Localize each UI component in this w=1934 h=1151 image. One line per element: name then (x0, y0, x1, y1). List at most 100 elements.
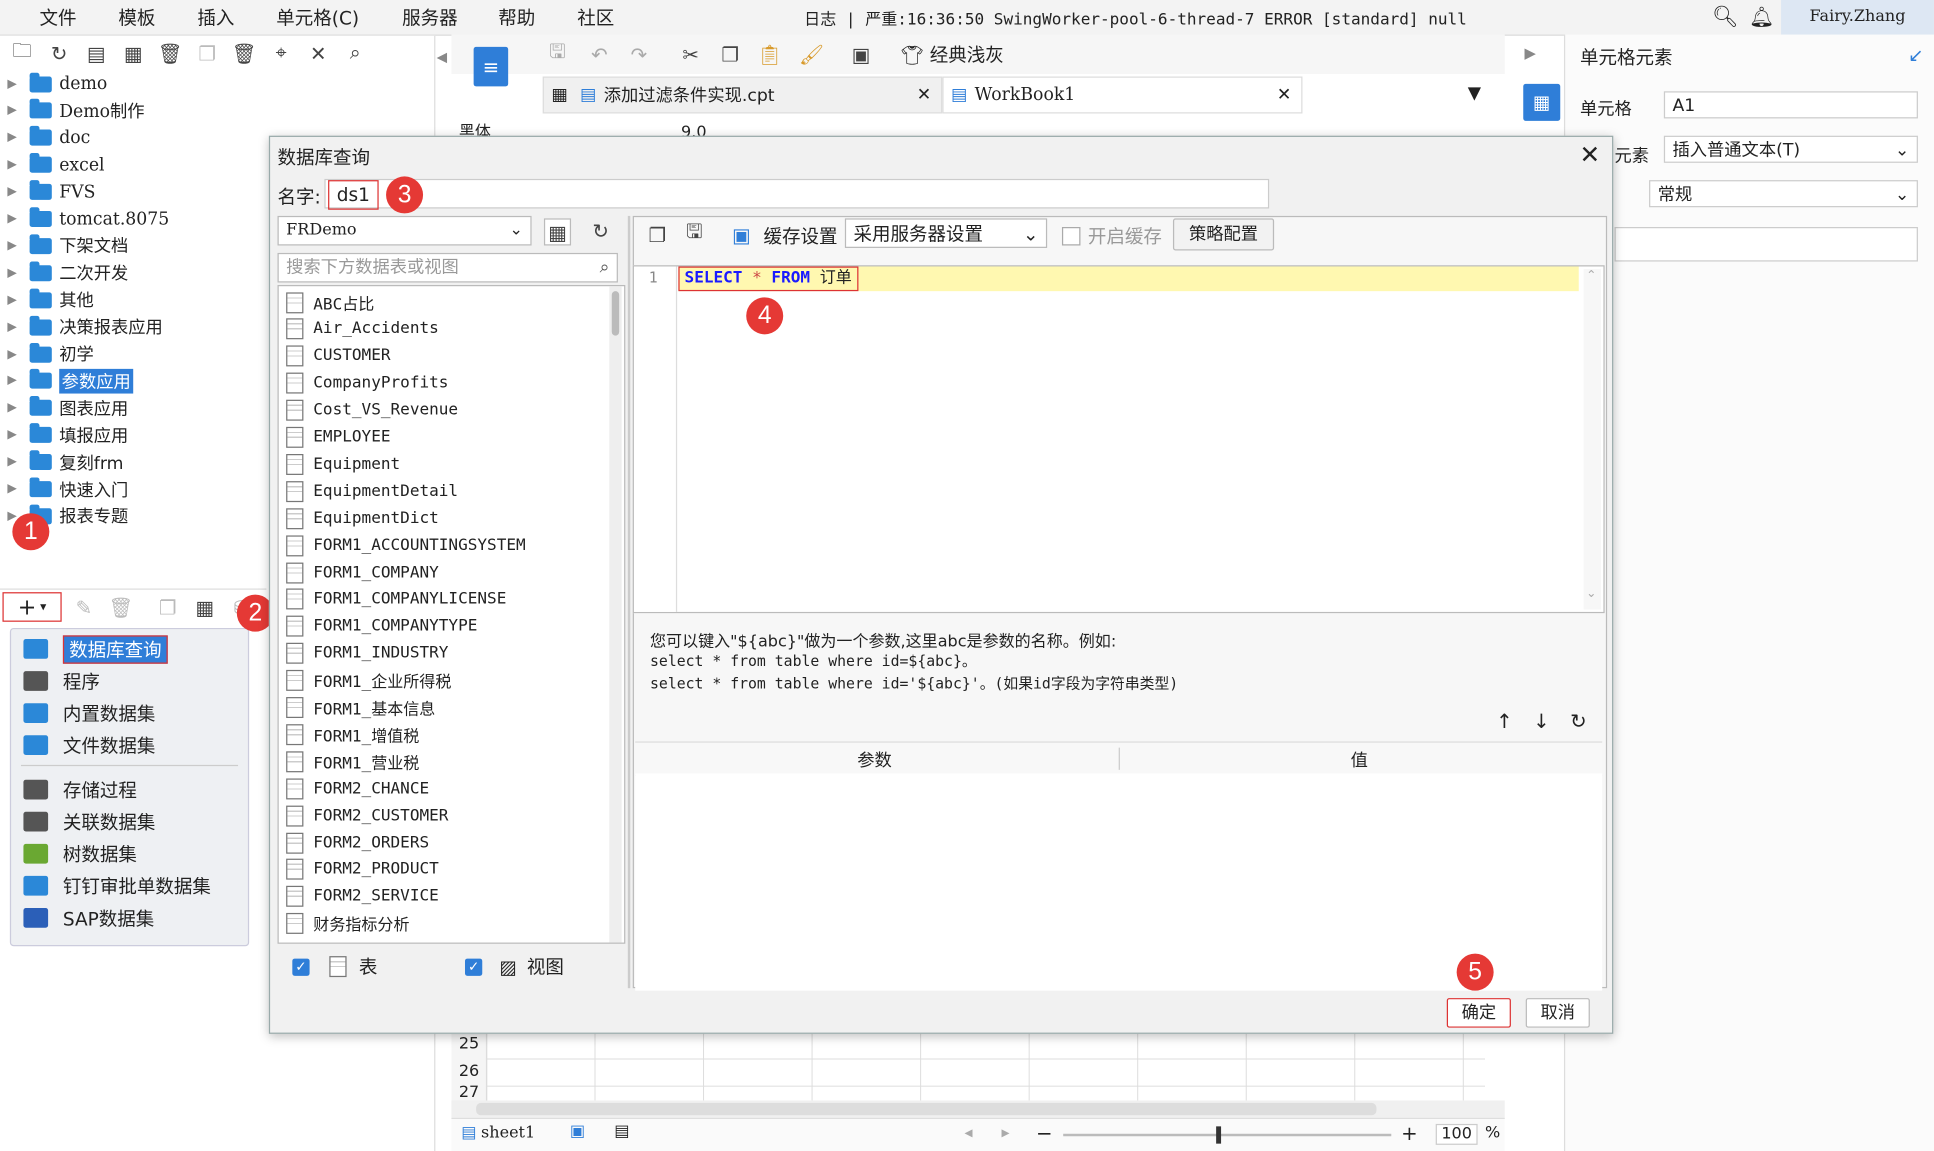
dataset-type-item[interactable]: 数据库查询 (23, 634, 168, 664)
tree-folder-item[interactable]: ▶ 二次开发 (7, 259, 128, 286)
splitter[interactable] (627, 215, 631, 989)
table-list-item[interactable]: EMPLOYEE (286, 424, 391, 451)
table-list-item[interactable]: FORM1_COMPANYLICENSE (286, 586, 506, 613)
tree-folder-item[interactable]: ▶ demo (7, 70, 107, 97)
dataset-name-input[interactable]: ds1 (324, 178, 1270, 210)
close-icon[interactable]: ✕ (1277, 85, 1291, 105)
cell-field[interactable]: A1 (1663, 91, 1918, 119)
tree-folder-item[interactable]: ▶ doc (7, 124, 90, 151)
parameter-table-body[interactable] (635, 773, 1603, 991)
tree-folder-item[interactable]: ▶ 下架文档 (7, 232, 128, 259)
tab-workbook1[interactable]: ▤ WorkBook1 ✕ (942, 76, 1303, 114)
scroll-left-icon[interactable]: ◂ (965, 1124, 973, 1143)
open-icon[interactable]: ▤ (84, 41, 109, 66)
tree-folder-item[interactable]: ▶ Demo制作 (7, 97, 145, 124)
collapse-icon[interactable]: ✕ (306, 41, 331, 66)
redo-icon[interactable]: ↷ (627, 42, 652, 67)
tree-folder-item[interactable]: ▶ 复刻frm (7, 449, 123, 476)
table-list-item[interactable]: CUSTOMER (286, 343, 391, 370)
locate-icon[interactable]: ⌖ (269, 41, 294, 66)
scroll-down-icon[interactable]: ⌄ (1586, 587, 1596, 601)
search-icon[interactable]: ⌕ (343, 41, 368, 66)
zoom-slider[interactable] (1063, 1126, 1392, 1144)
table-list-item[interactable]: ABC占比 (286, 289, 374, 316)
scroll-up-icon[interactable]: ⌃ (1586, 269, 1596, 283)
expand-arrow-icon[interactable]: ▶ (7, 428, 29, 442)
ok-button[interactable]: 确定 (1446, 998, 1511, 1028)
scroll-thumb[interactable] (611, 291, 620, 336)
table-list-item[interactable]: EquipmentDict (286, 505, 439, 532)
paste-icon[interactable]: 📋︎ (757, 42, 782, 67)
zoom-slider-thumb[interactable] (1216, 1126, 1222, 1144)
insert-select[interactable]: 插入普通文本(T) ⌄ (1663, 135, 1918, 163)
table-list-item[interactable]: Air_Accidents (286, 316, 439, 343)
tree-folder-item[interactable]: ▶ tomcat.8075 (7, 205, 169, 232)
style-select[interactable]: 常规 ⌄ (1649, 180, 1918, 208)
zoom-in-button[interactable]: + (1401, 1121, 1418, 1144)
refresh-icon[interactable]: ↻ (47, 41, 72, 66)
scroll-thumb[interactable] (476, 1102, 1377, 1116)
log-status[interactable]: 日志 | 严重:16:36:50 SwingWorker-pool-6-thre… (804, 6, 1467, 30)
table-list-item[interactable]: 财务指标分析 (286, 910, 410, 937)
collapse-arrow-icon[interactable]: ▶ (1524, 44, 1535, 61)
font-select[interactable]: 黑体 (459, 123, 491, 135)
tree-folder-item[interactable]: ▶ 填报应用 (7, 422, 128, 449)
row-header[interactable]: 27 (451, 1086, 486, 1101)
table-list-item[interactable]: FORM2_CUSTOMER (286, 802, 448, 829)
expand-arrow-icon[interactable]: ▶ (7, 266, 29, 280)
row-header[interactable]: 26 (451, 1059, 486, 1086)
expand-arrow-icon[interactable]: ▶ (7, 212, 29, 226)
package-icon[interactable]: ▦ (121, 41, 146, 66)
table-list-item[interactable]: FORM1_基本信息 (286, 694, 435, 721)
show-views-checkbox[interactable]: ✓ ▨ 视图 (464, 954, 564, 980)
tab-menu-icon[interactable]: ▼ (1468, 84, 1481, 104)
list-scrollbar[interactable] (609, 286, 622, 943)
expand-arrow-icon[interactable]: ▶ (7, 158, 29, 172)
dataset-type-item[interactable]: 内置数据集 (23, 698, 155, 728)
expand-arrow-icon[interactable]: ▶ (7, 320, 29, 334)
menu-insert[interactable]: 插入 (197, 5, 234, 31)
expand-arrow-icon[interactable]: ▶ (7, 239, 29, 253)
dataset-icon[interactable]: ≡ (473, 46, 509, 87)
cell-grid[interactable] (485, 1031, 1486, 1101)
dataset-type-item[interactable]: 存储过程 (23, 775, 137, 805)
menu-server[interactable]: 服务器 (402, 5, 458, 31)
table-list-item[interactable]: FORM2_PRODUCT (286, 856, 439, 883)
table-list-item[interactable]: CompanyProfits (286, 370, 448, 397)
menu-help[interactable]: 帮助 (498, 5, 535, 31)
expand-arrow-icon[interactable]: ▶ (7, 374, 29, 388)
tree-folder-item[interactable]: ▶ excel (7, 151, 105, 178)
table-list-item[interactable]: FORM1_ACCOUNTINGSYSTEM (286, 532, 526, 559)
cancel-button[interactable]: 取消 (1525, 998, 1590, 1028)
font-size-select[interactable]: 9.0 (681, 123, 707, 135)
move-down-icon[interactable]: ↓ (1533, 709, 1550, 732)
undo-icon[interactable]: ↶ (587, 42, 612, 67)
dataset-type-item[interactable]: 钉钉审批单数据集 (23, 871, 211, 901)
move-up-icon[interactable]: ↑ (1496, 709, 1513, 732)
menu-community[interactable]: 社区 (577, 5, 614, 31)
table-list-item[interactable]: Equipment (286, 451, 400, 478)
connection-select[interactable]: FRDemo ⌄ (277, 215, 532, 246)
trash-icon[interactable]: 🗑︎ (232, 41, 257, 66)
cache-mode-select[interactable]: 采用服务器设置 ⌄ (844, 218, 1048, 248)
delete-icon[interactable]: 🗑︎ (108, 595, 133, 620)
table-list-item[interactable]: FORM1_营业税 (286, 748, 419, 775)
table-search-input[interactable]: 搜索下方数据表或视图 ⌕ (277, 252, 618, 283)
preview-icon[interactable]: ❐ (645, 222, 670, 247)
expand-arrow-icon[interactable]: ▶ (7, 293, 29, 307)
table-list-item[interactable]: FORM1_INDUSTRY (286, 640, 448, 667)
sheet-tab[interactable]: sheet1 (481, 1124, 535, 1143)
tree-folder-item[interactable]: ▶ 其他 (7, 286, 94, 313)
copy-icon[interactable]: ❐ (718, 42, 743, 67)
scroll-right-icon[interactable]: ▸ (1002, 1124, 1010, 1143)
tree-folder-item[interactable]: ▶ 参数应用 (7, 368, 134, 395)
close-icon[interactable]: ✕ (1575, 139, 1605, 169)
table-list-item[interactable]: FORM1_COMPANYTYPE (286, 613, 477, 640)
dataset-type-item[interactable]: 文件数据集 (23, 730, 155, 760)
template-dataset-icon[interactable]: ▣ (849, 42, 874, 67)
add-sheet-icon[interactable]: ▣ (570, 1123, 585, 1142)
expand-arrow-icon[interactable]: ▶ (7, 347, 29, 361)
cell-property-tab-icon[interactable]: ▦ (1523, 83, 1561, 121)
user-name[interactable]: Fairy.Zhang (1781, 0, 1934, 35)
bell-icon[interactable]: 🔔︎ (1749, 5, 1774, 28)
